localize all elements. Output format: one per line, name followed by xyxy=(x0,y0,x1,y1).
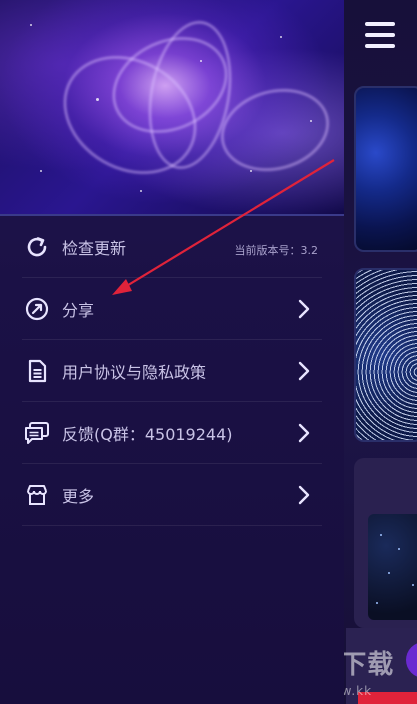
share-label: 分享 xyxy=(62,300,95,320)
chevron-right-icon xyxy=(298,299,310,319)
navigation-drawer: 检查更新 当前版本号：3.2 分享 用户协议与隐私政策 反馈(Q群：450192… xyxy=(0,0,344,704)
menu-icon-bar xyxy=(365,44,395,48)
more-item[interactable]: 更多 xyxy=(22,464,322,526)
share-item[interactable]: 分享 xyxy=(22,278,322,340)
check-update-label: 检查更新 xyxy=(62,238,127,258)
menu-icon-bar xyxy=(365,33,395,37)
drawer-menu-list: 检查更新 当前版本号：3.2 分享 用户协议与隐私政策 反馈(Q群：450192… xyxy=(22,216,322,526)
version-text: 当前版本号：3.2 xyxy=(234,244,319,257)
hamburger-menu-button[interactable] xyxy=(350,8,410,62)
share-icon xyxy=(22,294,52,324)
more-label: 更多 xyxy=(62,486,95,506)
chevron-right-icon xyxy=(298,423,310,443)
wallpaper-thumbnail[interactable] xyxy=(368,514,417,620)
chevron-right-icon xyxy=(298,361,310,381)
menu-icon-bar xyxy=(365,22,395,26)
feedback-label: 反馈(Q群：45019244) xyxy=(62,424,233,444)
agreement-privacy-item[interactable]: 用户协议与隐私政策 xyxy=(22,340,322,402)
feedback-item[interactable]: 反馈(Q群：45019244) xyxy=(22,402,322,464)
chevron-right-icon xyxy=(298,485,310,505)
document-icon xyxy=(22,356,52,386)
refresh-icon xyxy=(22,232,52,262)
wallpaper-card[interactable] xyxy=(354,458,417,628)
floating-button[interactable] xyxy=(406,642,417,678)
wallpaper-thumbnail[interactable] xyxy=(354,268,417,442)
feedback-icon xyxy=(22,418,52,448)
wallpaper-thumbnail[interactable] xyxy=(354,86,417,252)
agreement-privacy-label: 用户协议与隐私政策 xyxy=(62,362,207,382)
store-icon xyxy=(22,480,52,510)
drawer-header-image xyxy=(0,0,344,216)
check-update-item[interactable]: 检查更新 当前版本号：3.2 xyxy=(22,216,322,278)
